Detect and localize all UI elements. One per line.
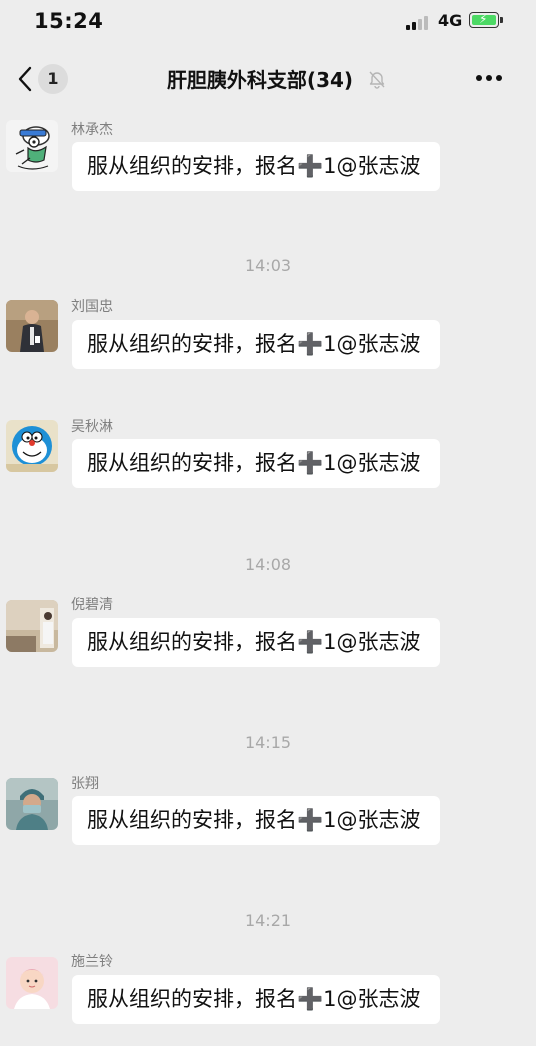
sender-name: 吴秋淋 [71, 419, 113, 435]
sender-name: 林承杰 [71, 122, 113, 138]
avatar[interactable] [6, 420, 58, 472]
message-bubble[interactable]: 服从组织的安排，报名➕1@张志波 [72, 439, 440, 488]
battery-icon: ⚡ [469, 12, 503, 28]
status-bar: 15:24 4G ⚡ [0, 0, 536, 44]
more-icon[interactable] [476, 75, 504, 83]
signal-icon [406, 16, 430, 30]
timestamp: 14:08 [244, 555, 292, 574]
message-bubble[interactable]: 服从组织的安排，报名➕1@张志波 [72, 618, 440, 667]
message-bubble[interactable]: 服从组织的安排，报名➕1@张志波 [72, 320, 440, 369]
avatar[interactable] [6, 120, 58, 172]
mute-bell-icon [369, 71, 385, 89]
avatar[interactable] [6, 600, 58, 652]
message-bubble[interactable]: 服从组织的安排，报名➕1@张志波 [72, 975, 440, 1024]
unread-count-badge[interactable]: 1 [38, 64, 68, 94]
timestamp: 14:21 [244, 911, 292, 930]
sender-name: 施兰铃 [71, 954, 113, 970]
avatar[interactable] [6, 957, 58, 1009]
sender-name: 刘国忠 [71, 299, 113, 315]
back-arrow-icon[interactable] [17, 66, 33, 92]
timestamp: 14:15 [244, 733, 292, 752]
timestamp: 14:03 [244, 256, 292, 275]
sender-name: 张翔 [71, 776, 99, 792]
nav-bar: 1 肝胆胰外科支部(34) [0, 44, 536, 114]
avatar[interactable] [6, 300, 58, 352]
message-bubble[interactable]: 服从组织的安排，报名➕1@张志波 [72, 142, 440, 191]
chat-title: 肝胆胰外科支部(34) [166, 68, 354, 92]
status-time: 15:24 [34, 9, 104, 33]
avatar[interactable] [6, 778, 58, 830]
message-bubble[interactable]: 服从组织的安排，报名➕1@张志波 [72, 796, 440, 845]
sender-name: 倪碧清 [71, 597, 113, 613]
network-label: 4G [438, 11, 463, 30]
